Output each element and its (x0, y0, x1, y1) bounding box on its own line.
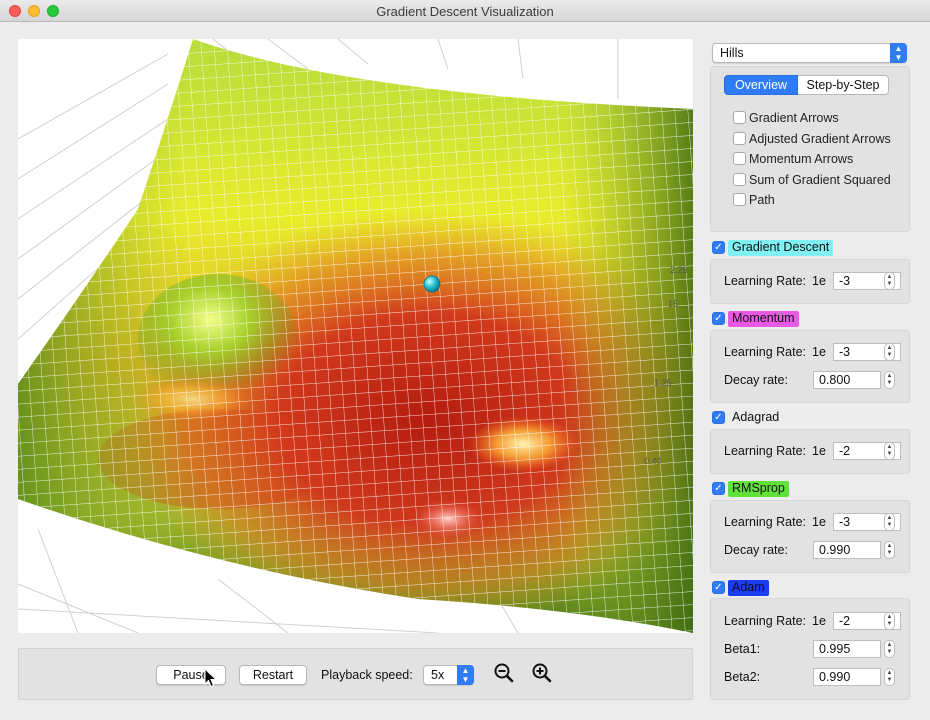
adam-beta2-stepper[interactable]: ▲ ▼ (884, 668, 895, 686)
adam-checkbox[interactable]: ✓ (712, 581, 725, 594)
adam-learning-rate-stepper[interactable]: ▲ ▼ (884, 612, 895, 630)
rmsprop-checkbox[interactable]: ✓ (712, 482, 725, 495)
window-titlebar: Gradient Descent Visualization (0, 0, 930, 22)
momentum-learning-rate-stepper[interactable]: ▲ ▼ (884, 343, 895, 361)
rmsprop-decay-rate-label: Decay rate: (724, 543, 788, 557)
adam-learning-rate-label: Learning Rate: (724, 614, 807, 628)
momentum-decay-rate-label: Decay rate: (724, 373, 788, 387)
adagrad-learning-rate-stepper[interactable]: ▲ ▼ (884, 442, 895, 460)
zoom-out-icon[interactable] (493, 662, 515, 684)
playback-speed-value: 5x (431, 668, 445, 682)
adam-beta1-input[interactable]: 0.995 (813, 640, 881, 658)
chevron-updown-icon: ▲ ▼ (457, 665, 474, 685)
chevron-updown-icon: ▲ ▼ (890, 43, 907, 63)
rmsprop-label: RMSprop (728, 481, 789, 497)
momentum-checkbox[interactable]: ✓ (712, 312, 725, 325)
momentum-arrows-label: Momentum Arrows (749, 152, 854, 166)
rmsprop-learning-rate-stepper[interactable]: ▲ ▼ (884, 513, 895, 531)
adam-learning-rate-prefix: 1e (812, 614, 826, 628)
gd-learning-rate-stepper[interactable]: ▲ ▼ (884, 272, 895, 290)
gradient-arrows-checkbox[interactable] (733, 111, 746, 124)
gradient-arrows-label: Gradient Arrows (749, 111, 839, 125)
path-label: Path (749, 193, 775, 207)
sum-of-gradient-squared-label: Sum of Gradient Squared (749, 173, 891, 187)
mouse-cursor-icon (204, 668, 218, 688)
adam-beta2-input[interactable]: 0.990 (813, 668, 881, 686)
gd-learning-rate-label: Learning Rate: (724, 274, 807, 288)
adam-beta1-label: Beta1: (724, 642, 761, 656)
momentum-params (710, 330, 910, 403)
playback-speed-label: Playback speed: (321, 668, 413, 682)
rmsprop-decay-rate-stepper[interactable]: ▲ ▼ (884, 541, 895, 559)
playback-speed-select[interactable]: 5x ▲ ▼ (423, 665, 474, 685)
adam-beta2-label: Beta2: (724, 670, 761, 684)
adjusted-gradient-arrows-label: Adjusted Gradient Arrows (749, 132, 891, 146)
loss-surface (18, 39, 693, 633)
gd-learning-rate-prefix: 1e (812, 274, 826, 288)
zoom-in-icon[interactable] (531, 662, 553, 684)
rmsprop-decay-rate-input[interactable]: 0.990 (813, 541, 881, 559)
adagrad-label: Adagrad (732, 410, 780, 424)
adam-beta1-stepper[interactable]: ▲ ▼ (884, 640, 895, 658)
rmsprop-learning-rate-prefix: 1e (812, 515, 826, 529)
axis-tick-label: 0.40 (644, 456, 662, 466)
adagrad-learning-rate-label: Learning Rate: (724, 444, 807, 458)
adagrad-checkbox[interactable]: ✓ (712, 411, 725, 424)
surface-select[interactable]: Hills ▲ ▼ (712, 43, 907, 63)
momentum-decay-rate-stepper[interactable]: ▲ ▼ (884, 371, 895, 389)
window-title: Gradient Descent Visualization (376, 4, 554, 19)
surface-select-value: Hills (720, 46, 744, 60)
rmsprop-params (710, 500, 910, 573)
axis-tick-label: 1.25 (654, 378, 672, 388)
surface-plot-canvas[interactable]: 2.25 15 1.25 0.40 (18, 39, 693, 633)
adagrad-learning-rate-prefix: 1e (812, 444, 826, 458)
sum-of-gradient-squared-checkbox[interactable] (733, 173, 746, 186)
axis-tick-label: 15 (668, 299, 678, 309)
axis-tick-label: 2.25 (670, 265, 688, 275)
momentum-decay-rate-input[interactable]: 0.800 (813, 371, 881, 389)
momentum-arrows-checkbox[interactable] (733, 152, 746, 165)
momentum-learning-rate-label: Learning Rate: (724, 345, 807, 359)
momentum-label: Momentum (728, 311, 799, 327)
path-checkbox[interactable] (733, 193, 746, 206)
adam-label: Adam (728, 580, 769, 596)
surface-plot-view[interactable]: 2.25 15 1.25 0.40 (18, 39, 693, 633)
gradient-descent-checkbox[interactable]: ✓ (712, 241, 725, 254)
momentum-learning-rate-prefix: 1e (812, 345, 826, 359)
rmsprop-learning-rate-label: Learning Rate: (724, 515, 807, 529)
adjusted-gradient-arrows-checkbox[interactable] (733, 132, 746, 145)
optimizer-ball (423, 275, 441, 293)
tab-step-by-step[interactable]: Step-by-Step (798, 75, 889, 95)
gradient-descent-label: Gradient Descent (728, 240, 834, 256)
tab-overview[interactable]: Overview (724, 75, 798, 95)
restart-button[interactable]: Restart (239, 665, 307, 685)
